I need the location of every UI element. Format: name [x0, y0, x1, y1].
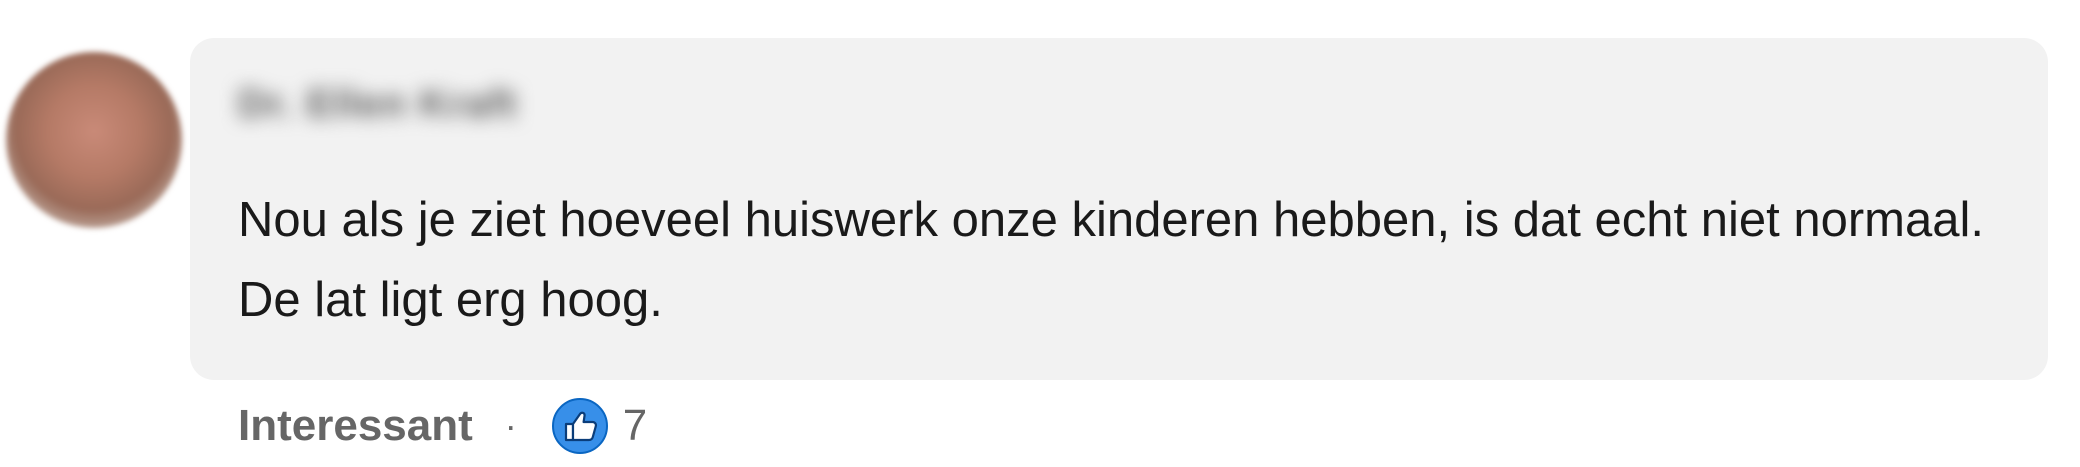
- comment-bubble: Dr. Ellen Kraft Nou als je ziet hoeveel …: [190, 38, 2048, 380]
- reaction-count[interactable]: 7: [623, 401, 647, 451]
- comment-text: Nou als je ziet hoeveel huiswerk onze ki…: [238, 193, 1984, 327]
- react-button[interactable]: Interessant: [238, 401, 473, 451]
- comment-author-name[interactable]: Dr. Ellen Kraft: [238, 82, 518, 127]
- comment-actions: Interessant · 7: [238, 396, 647, 456]
- thumbs-up-icon[interactable]: [551, 397, 609, 455]
- separator-dot: ·: [504, 405, 517, 446]
- avatar[interactable]: [6, 52, 182, 228]
